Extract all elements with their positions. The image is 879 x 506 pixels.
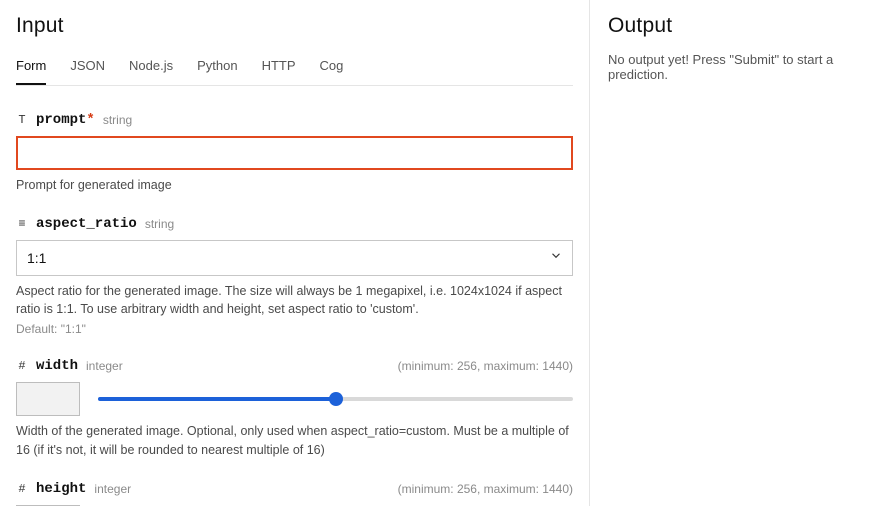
tabs: Form JSON Node.js Python HTTP Cog xyxy=(16,52,573,86)
aspect-ratio-type: string xyxy=(145,217,174,231)
prompt-label: prompt* xyxy=(36,112,95,128)
field-aspect-ratio: ≡ aspect_ratio string 1:1 Aspect ratio f… xyxy=(16,216,573,336)
input-panel: Input Form JSON Node.js Python HTTP Cog … xyxy=(0,0,590,506)
tab-cog[interactable]: Cog xyxy=(320,52,344,85)
aspect-ratio-default: Default: "1:1" xyxy=(16,322,573,336)
tab-json[interactable]: JSON xyxy=(70,52,105,85)
prompt-type: string xyxy=(103,113,132,127)
width-help: Width of the generated image. Optional, … xyxy=(16,422,573,458)
height-type: integer xyxy=(94,482,131,496)
prompt-input[interactable] xyxy=(16,136,573,170)
width-range: (minimum: 256, maximum: 1440) xyxy=(398,359,573,373)
number-icon: # xyxy=(16,359,28,373)
height-range: (minimum: 256, maximum: 1440) xyxy=(398,482,573,496)
output-message: No output yet! Press "Submit" to start a… xyxy=(608,52,861,82)
tab-python[interactable]: Python xyxy=(197,52,237,85)
width-slider[interactable] xyxy=(98,397,573,401)
width-type: integer xyxy=(86,359,123,373)
aspect-ratio-label: aspect_ratio xyxy=(36,216,137,232)
required-mark: * xyxy=(86,112,94,128)
field-height: # height integer (minimum: 256, maximum:… xyxy=(16,481,573,506)
tab-nodejs[interactable]: Node.js xyxy=(129,52,173,85)
output-panel: Output No output yet! Press "Submit" to … xyxy=(590,0,879,506)
field-prompt: T prompt* string Prompt for generated im… xyxy=(16,112,573,194)
tab-form[interactable]: Form xyxy=(16,52,46,85)
output-title: Output xyxy=(608,14,861,38)
number-icon: # xyxy=(16,482,28,496)
width-input[interactable] xyxy=(16,382,80,416)
input-title: Input xyxy=(16,14,573,38)
prompt-help: Prompt for generated image xyxy=(16,176,573,194)
list-icon: ≡ xyxy=(16,217,28,231)
aspect-ratio-select[interactable]: 1:1 xyxy=(16,240,573,276)
text-icon: T xyxy=(16,113,28,127)
height-label: height xyxy=(36,481,86,497)
aspect-ratio-help: Aspect ratio for the generated image. Th… xyxy=(16,282,573,318)
field-width: # width integer (minimum: 256, maximum: … xyxy=(16,358,573,458)
width-label: width xyxy=(36,358,78,374)
tab-http[interactable]: HTTP xyxy=(262,52,296,85)
